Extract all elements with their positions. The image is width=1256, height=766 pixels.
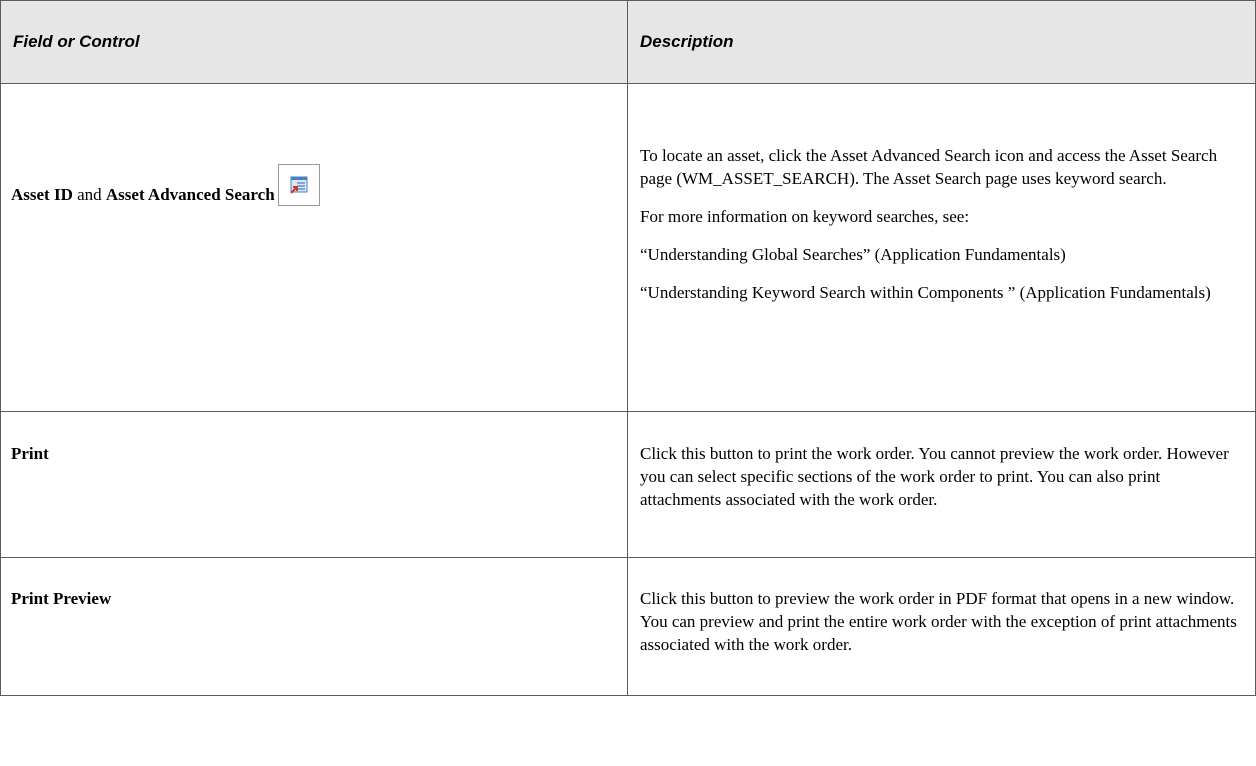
field-name-print: Print	[11, 444, 49, 463]
description-text: Click this button to print the work orde…	[628, 412, 1255, 511]
description-text: To locate an asset, click the Asset Adva…	[628, 84, 1255, 304]
description-cell: Click this button to print the work orde…	[627, 411, 1256, 558]
asset-advanced-search-icon[interactable]	[277, 164, 320, 206]
field-connector: and	[72, 185, 106, 204]
search-page-glyph	[289, 176, 308, 194]
description-cell: Click this button to preview the work or…	[627, 557, 1256, 696]
field-text: Asset ID and Asset Advanced Search	[1, 84, 627, 206]
description-paragraph: “Understanding Keyword Search within Com…	[640, 283, 1211, 302]
description-paragraph: To locate an asset, click the Asset Adva…	[640, 146, 1218, 188]
table-header-row: Field or Control Description	[0, 0, 1256, 84]
field-name-asset-id: Asset ID	[11, 185, 73, 204]
header-label: Field or Control	[13, 32, 140, 51]
field-cell: Print Preview	[0, 557, 628, 696]
header-field-or-control: Field or Control	[0, 0, 628, 84]
header-description: Description	[627, 0, 1256, 84]
field-name-print-preview: Print Preview	[11, 589, 112, 608]
field-name-asset-advanced-search: Asset Advanced Search	[105, 185, 275, 204]
field-description-table: Field or Control Description Asset ID an…	[0, 0, 1256, 696]
description-paragraph: Click this button to print the work orde…	[640, 444, 1229, 509]
table-row: Print Preview Click this button to previ…	[0, 557, 1256, 696]
field-cell: Asset ID and Asset Advanced Search	[0, 83, 628, 412]
description-text: Click this button to preview the work or…	[628, 558, 1255, 656]
header-label: Description	[640, 32, 734, 51]
description-cell: To locate an asset, click the Asset Adva…	[627, 83, 1256, 412]
table-row: Asset ID and Asset Advanced Search To lo…	[0, 83, 1256, 412]
field-cell: Print	[0, 411, 628, 558]
table-row: Print Click this button to print the wor…	[0, 411, 1256, 558]
description-paragraph: For more information on keyword searches…	[640, 207, 970, 226]
description-paragraph: “Understanding Global Searches” (Applica…	[640, 245, 1066, 264]
description-paragraph: Click this button to preview the work or…	[640, 589, 1237, 654]
